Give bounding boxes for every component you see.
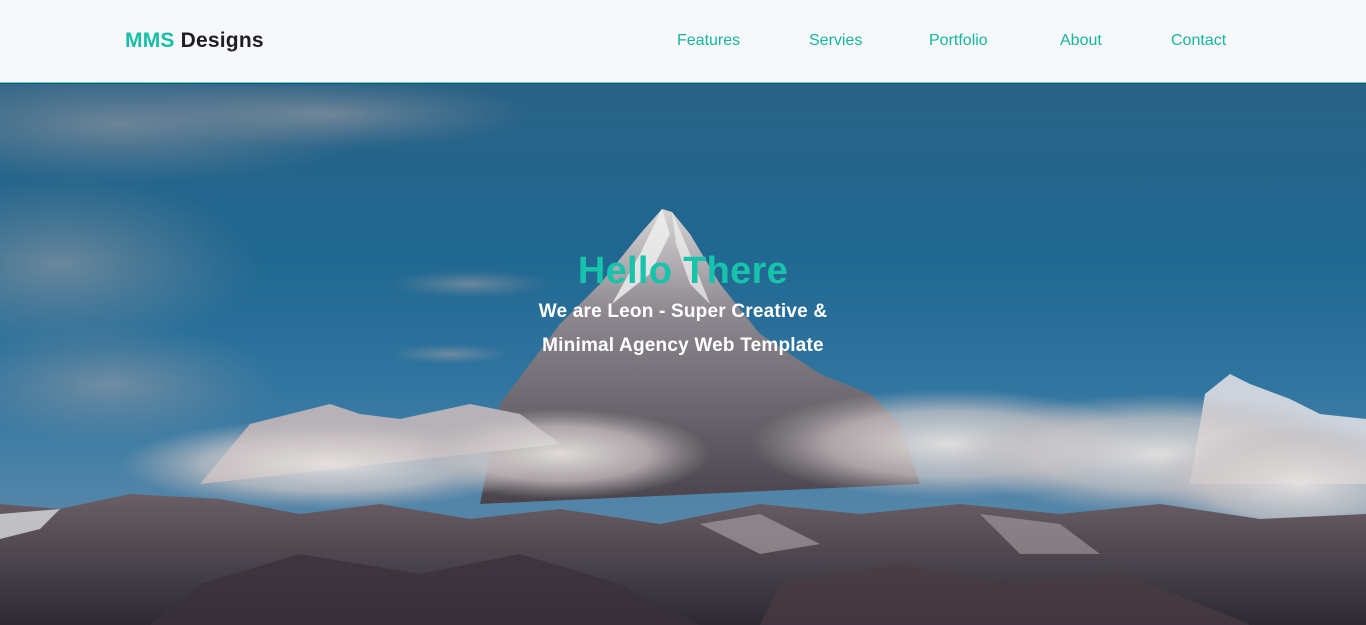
nav-link-about[interactable]: About	[1060, 32, 1102, 50]
hero-title: Hello There	[577, 250, 789, 292]
nav-link-services[interactable]: Servies	[809, 32, 862, 50]
nav-link-portfolio[interactable]: Portfolio	[929, 32, 988, 50]
hero-subtitle-line1: We are Leon - Super Creative &	[538, 301, 828, 322]
nav-link-features[interactable]: Features	[677, 32, 740, 50]
brand-logo[interactable]: MMS Designs	[125, 29, 264, 53]
hero-subtitle-line2: Minimal Agency Web Template	[542, 335, 824, 356]
nav-link-contact[interactable]: Contact	[1171, 32, 1226, 50]
navbar: MMS Designs Features Servies Portfolio A…	[0, 0, 1366, 83]
brand-accent: MMS	[125, 29, 175, 52]
brand-name: Designs	[180, 29, 264, 52]
